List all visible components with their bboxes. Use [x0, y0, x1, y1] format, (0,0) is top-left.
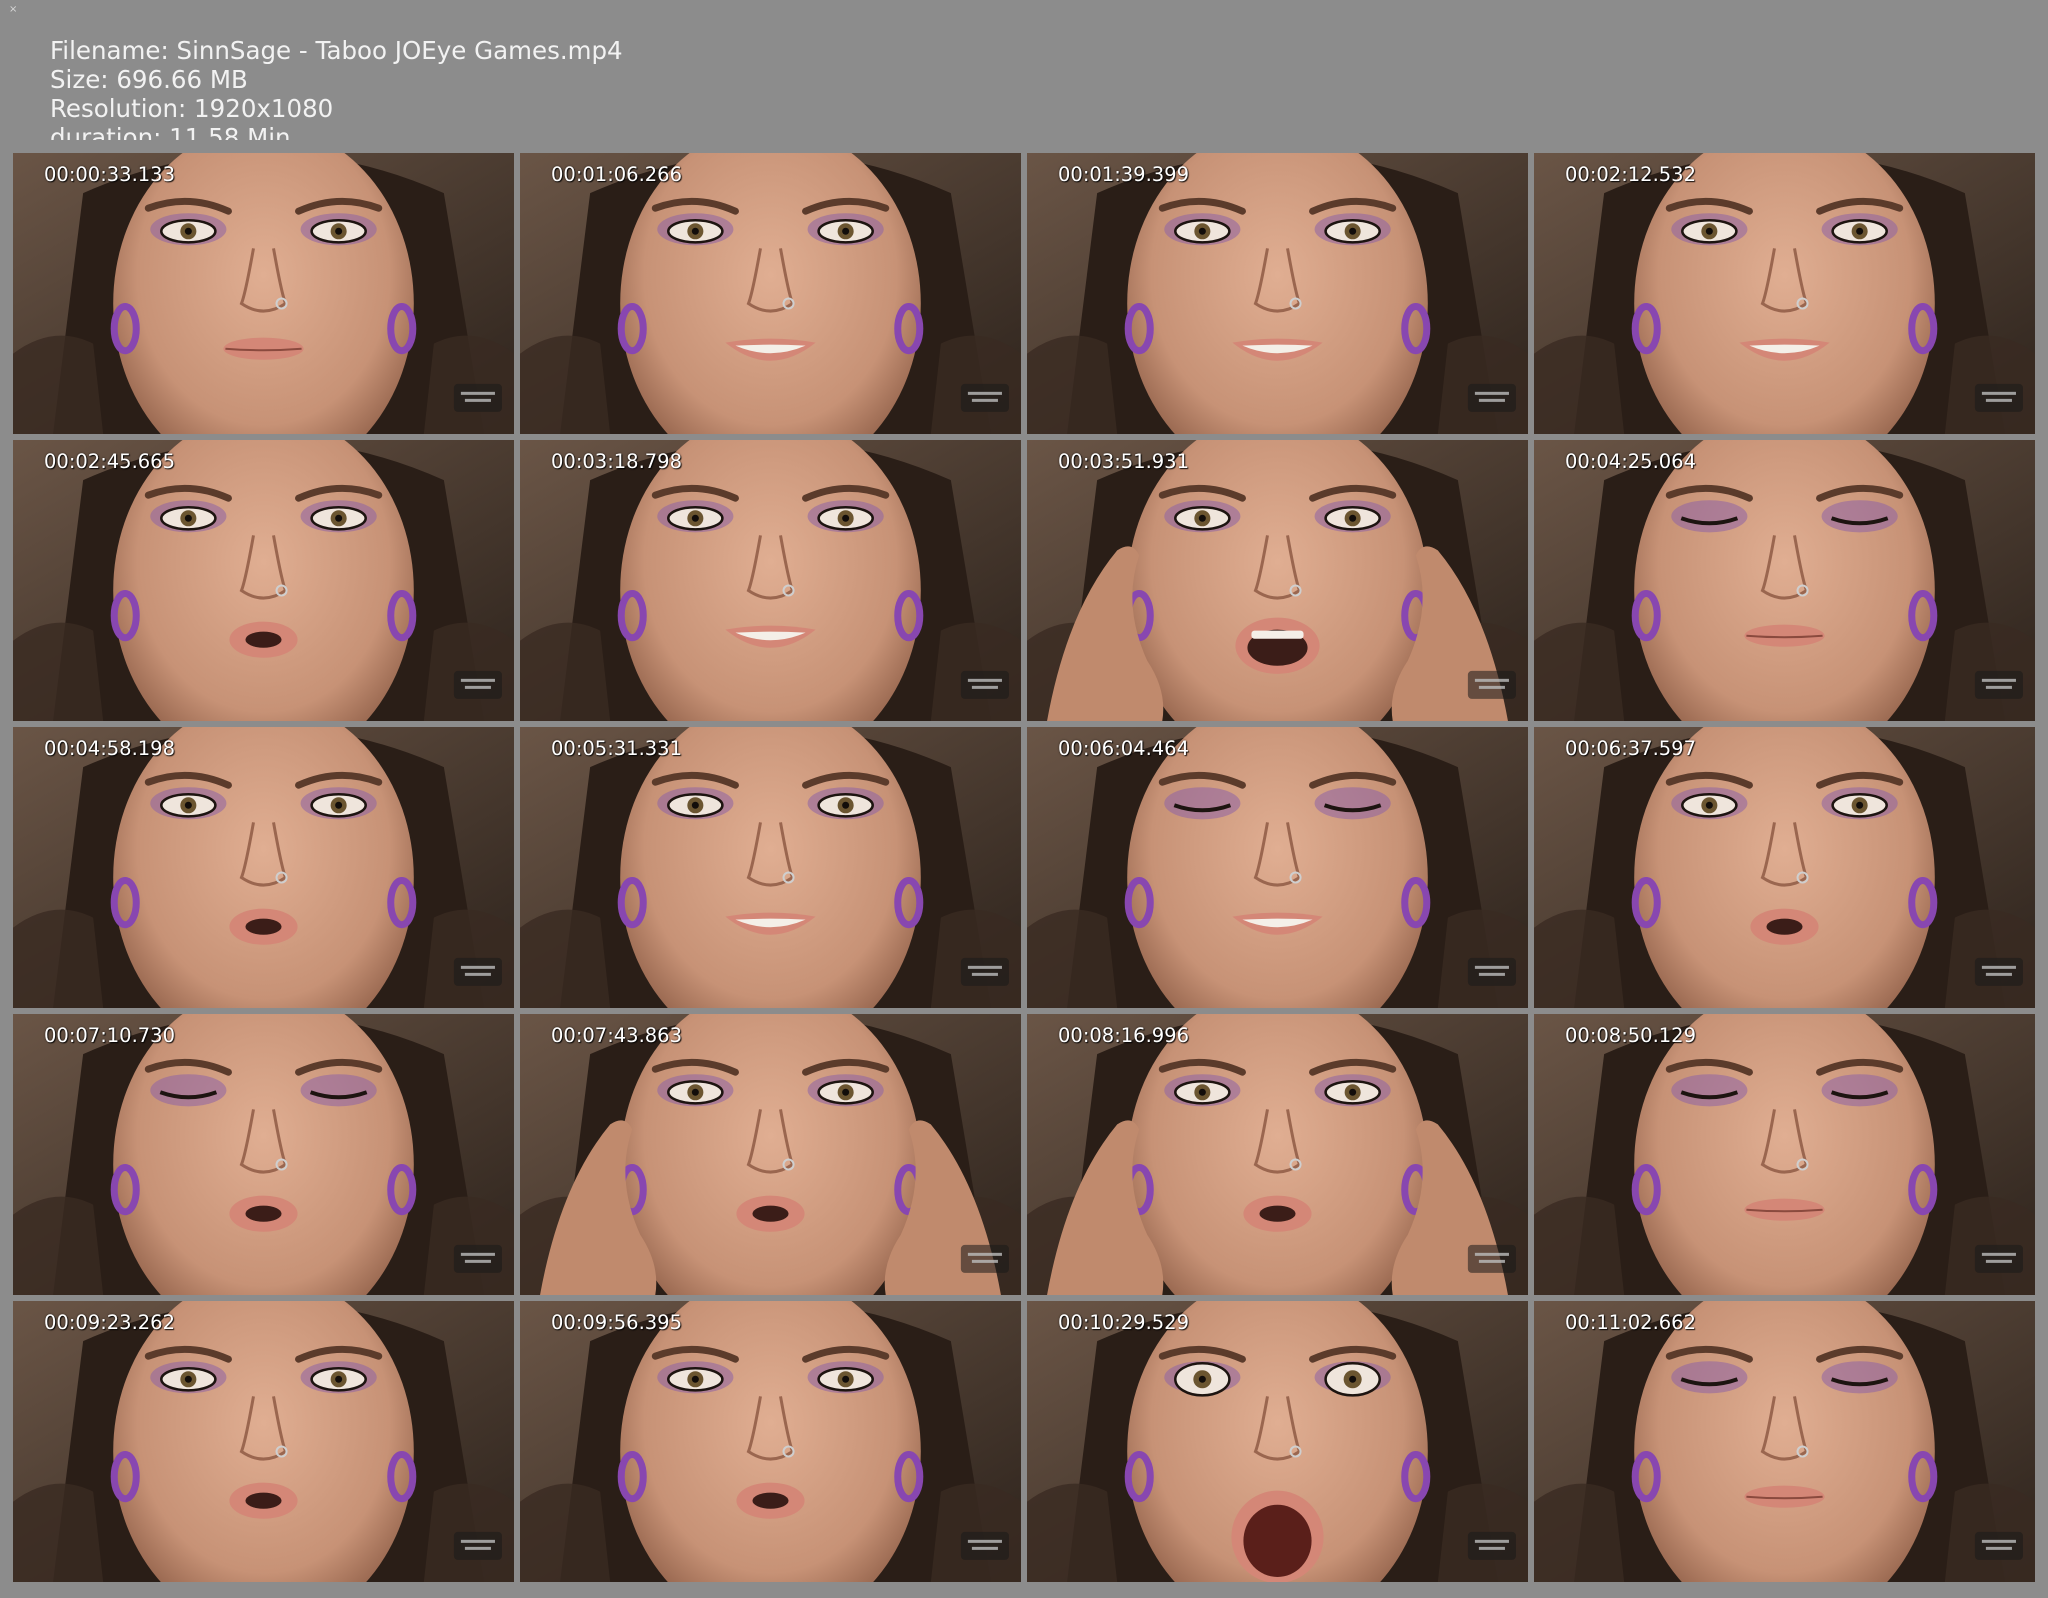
frame-image: [1027, 440, 1528, 721]
video-thumbnail: 00:06:04.464: [1027, 727, 1528, 1008]
thumbnail-timestamp: 00:04:25.064: [1565, 450, 1696, 473]
thumbnail-timestamp: 00:03:18.798: [551, 450, 682, 473]
video-thumbnail: 00:03:51.931: [1027, 440, 1528, 721]
video-thumbnail: 00:09:56.395: [520, 1301, 1021, 1582]
video-thumbnail: 00:00:33.133: [13, 153, 514, 434]
filename-line: Filename: SinnSage - Taboo JOEye Games.m…: [50, 36, 623, 65]
thumbnail-timestamp: 00:09:56.395: [551, 1311, 682, 1334]
frame-image: [1534, 153, 2035, 434]
video-thumbnail: 00:09:23.262: [13, 1301, 514, 1582]
video-thumbnail: 00:04:25.064: [1534, 440, 2035, 721]
duration-line: duration: 11.58 Min: [50, 123, 291, 140]
size-line: Size: 696.66 MB: [50, 65, 248, 94]
frame-image: [520, 440, 1021, 721]
thumbnail-timestamp: 00:06:37.597: [1565, 737, 1696, 760]
frame-image: [1534, 1301, 2035, 1582]
video-thumbnail: 00:10:29.529: [1027, 1301, 1528, 1582]
thumbnail-timestamp: 00:01:39.399: [1058, 163, 1189, 186]
video-thumbnail: 00:05:31.331: [520, 727, 1021, 1008]
thumbnail-timestamp: 00:06:04.464: [1058, 737, 1189, 760]
thumbnail-timestamp: 00:03:51.931: [1058, 450, 1189, 473]
frame-image: [1027, 153, 1528, 434]
frame-image: [13, 440, 514, 721]
thumbnail-timestamp: 00:04:58.198: [44, 737, 175, 760]
thumbnail-timestamp: 00:07:10.730: [44, 1024, 175, 1047]
thumbnail-grid: 00:00:33.133 00:01:06.266 00:01:39.399 00:0…: [13, 153, 2035, 1583]
frame-image: [520, 727, 1021, 1008]
video-thumbnail: 00:11:02.662: [1534, 1301, 2035, 1582]
video-thumbnail: 00:04:58.198: [13, 727, 514, 1008]
video-thumbnail: 00:06:37.597: [1534, 727, 2035, 1008]
thumbnail-timestamp: 00:08:16.996: [1058, 1024, 1189, 1047]
video-thumbnail: 00:08:16.996: [1027, 1014, 1528, 1295]
thumbnail-timestamp: 00:09:23.262: [44, 1311, 175, 1334]
frame-image: [13, 1014, 514, 1295]
video-thumbnail: 00:08:50.129: [1534, 1014, 2035, 1295]
thumbnail-timestamp: 00:02:12.532: [1565, 163, 1696, 186]
frame-image: [520, 1301, 1021, 1582]
frame-image: [13, 153, 514, 434]
file-info-header: Filename: SinnSage - Taboo JOEye Games.m…: [50, 36, 1250, 140]
video-thumbnail: 00:01:06.266: [520, 153, 1021, 434]
thumbnail-timestamp: 00:05:31.331: [551, 737, 682, 760]
thumbnail-timestamp: 00:00:33.133: [44, 163, 175, 186]
frame-image: [1534, 440, 2035, 721]
video-thumbnail: 00:07:10.730: [13, 1014, 514, 1295]
thumbnail-timestamp: 00:01:06.266: [551, 163, 682, 186]
video-thumbnail: 00:02:45.665: [13, 440, 514, 721]
frame-image: [13, 1301, 514, 1582]
frame-image: [13, 727, 514, 1008]
thumbnail-timestamp: 00:07:43.863: [551, 1024, 682, 1047]
thumbnail-timestamp: 00:11:02.662: [1565, 1311, 1696, 1334]
frame-image: [1027, 1014, 1528, 1295]
resolution-line: Resolution: 1920x1080: [50, 94, 334, 123]
frame-image: [520, 153, 1021, 434]
frame-image: [520, 1014, 1021, 1295]
thumbnail-timestamp: 00:08:50.129: [1565, 1024, 1696, 1047]
video-thumbnail: 00:03:18.798: [520, 440, 1021, 721]
thumbnail-timestamp: 00:02:45.665: [44, 450, 175, 473]
frame-image: [1534, 1014, 2035, 1295]
video-thumbnail: 00:07:43.863: [520, 1014, 1021, 1295]
frame-image: [1534, 727, 2035, 1008]
frame-image: [1027, 1301, 1528, 1582]
thumbnail-timestamp: 00:10:29.529: [1058, 1311, 1189, 1334]
corner-mark: ×: [9, 4, 18, 15]
video-thumbnail: 00:01:39.399: [1027, 153, 1528, 434]
frame-image: [1027, 727, 1528, 1008]
video-thumbnail: 00:02:12.532: [1534, 153, 2035, 434]
